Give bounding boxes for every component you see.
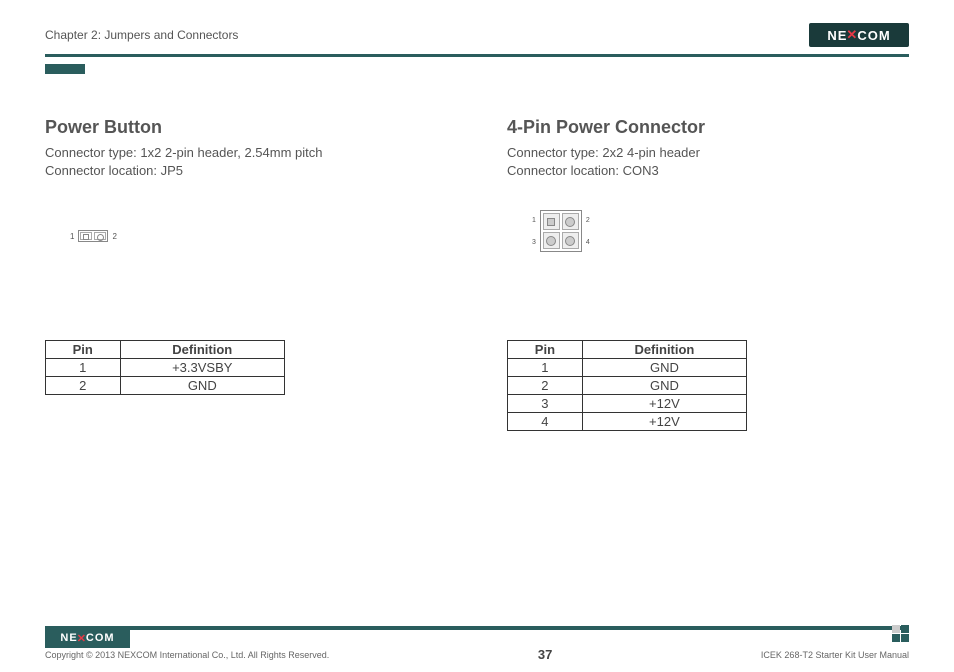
chapter-title: Chapter 2: Jumpers and Connectors (45, 28, 238, 42)
pin-label-2: 2 (112, 232, 116, 241)
four-pin-diagram: 1 2 3 4 (507, 210, 909, 310)
pin-label-3: 3 (532, 239, 538, 246)
page-number: 37 (538, 647, 552, 662)
connector-location-text: Connector location: JP5 (45, 162, 447, 180)
right-column: 4-Pin Power Connector Connector type: 2x… (507, 117, 909, 431)
footer-rule (45, 626, 909, 630)
pin1-square-icon (80, 232, 92, 240)
pin-label-2: 2 (584, 217, 590, 224)
cell-pin: 4 (508, 413, 583, 431)
cell-def: +12V (582, 395, 746, 413)
cell-pin: 1 (46, 359, 121, 377)
connector-box-icon (78, 230, 108, 242)
th-definition: Definition (582, 341, 746, 359)
th-pin: Pin (508, 341, 583, 359)
left-column: Power Button Connector type: 1x2 2-pin h… (45, 117, 447, 431)
table-row: 3 +12V (508, 395, 747, 413)
table-row: 1 GND (508, 359, 747, 377)
connector-type-text: Connector type: 2x2 4-pin header (507, 144, 909, 162)
connector-grid-icon (540, 210, 582, 252)
cell-def: GND (582, 359, 746, 377)
table-row: 2 GND (46, 377, 285, 395)
header-accent-block (45, 64, 85, 74)
footer-text-row: Copyright © 2013 NEXCOM International Co… (45, 647, 909, 662)
cell-pin: 3 (508, 395, 583, 413)
brand-logo-footer: NE✕COM (45, 628, 130, 648)
cell-def: +12V (582, 413, 746, 431)
header-rule (45, 54, 909, 57)
copyright-text: Copyright © 2013 NEXCOM International Co… (45, 650, 329, 660)
table-row: 2 GND (508, 377, 747, 395)
pin2-circle-icon (562, 213, 579, 230)
main-content: Power Button Connector type: 1x2 2-pin h… (45, 117, 909, 431)
cell-def: GND (582, 377, 746, 395)
pin-label-4: 4 (584, 239, 590, 246)
connector-location-text: Connector location: CON3 (507, 162, 909, 180)
pin4-circle-icon (562, 232, 579, 249)
footer-squares-icon (892, 625, 909, 642)
pin-label-1: 1 (70, 232, 74, 241)
th-pin: Pin (46, 341, 121, 359)
cell-pin: 2 (46, 377, 121, 395)
power-button-diagram: 1 2 (45, 210, 447, 310)
doc-title: ICEK 268-T2 Starter Kit User Manual (761, 650, 909, 660)
cell-pin: 1 (508, 359, 583, 377)
section-title-4pin: 4-Pin Power Connector (507, 117, 909, 138)
power-button-pin-table: Pin Definition 1 +3.3VSBY 2 GND (45, 340, 285, 395)
pin1-square-icon (543, 213, 560, 230)
table-row: 1 +3.3VSBY (46, 359, 285, 377)
pin-label-1: 1 (532, 217, 538, 224)
four-pin-table: Pin Definition 1 GND 2 GND 3 +12V (507, 340, 747, 431)
th-definition: Definition (120, 341, 284, 359)
section-title-power-button: Power Button (45, 117, 447, 138)
page-header: Chapter 2: Jumpers and Connectors NE✕COM (45, 20, 909, 50)
cell-pin: 2 (508, 377, 583, 395)
cell-def: GND (120, 377, 284, 395)
connector-type-text: Connector type: 1x2 2-pin header, 2.54mm… (45, 144, 447, 162)
cell-def: +3.3VSBY (120, 359, 284, 377)
brand-logo-top: NE✕COM (809, 23, 909, 47)
pin3-circle-icon (543, 232, 560, 249)
table-row: 4 +12V (508, 413, 747, 431)
pin2-circle-icon (94, 232, 106, 240)
